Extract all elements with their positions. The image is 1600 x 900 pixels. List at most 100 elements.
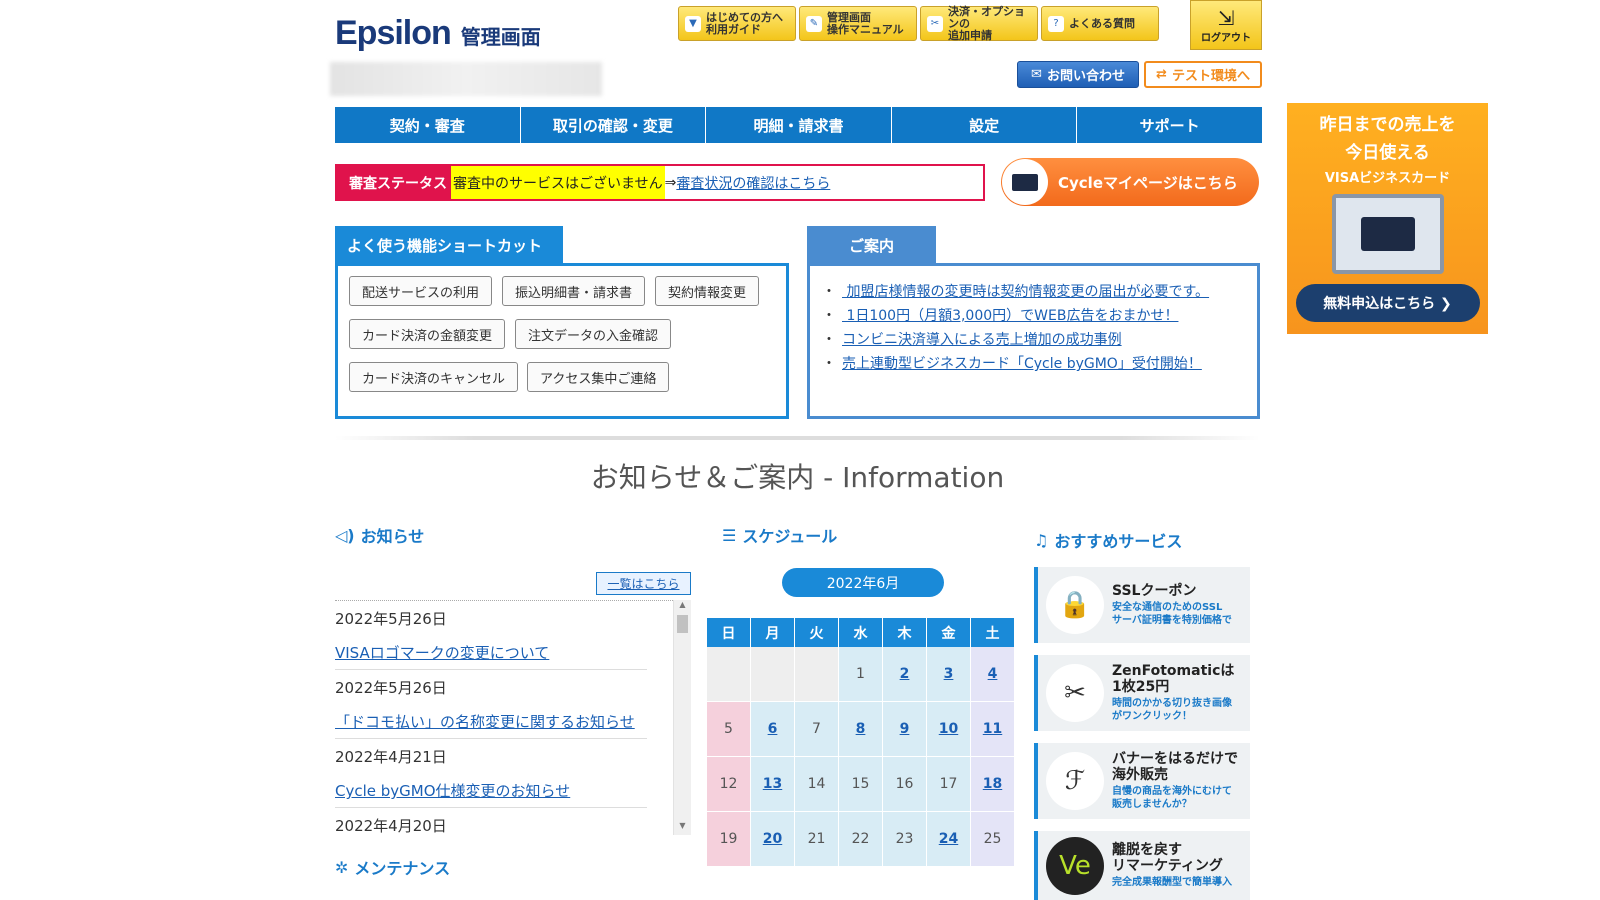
calendar-day: 15 (839, 757, 883, 812)
weekday-header: 土 (971, 618, 1015, 647)
speaker-icon: ◁) (335, 525, 355, 545)
brand-name: Epsilon (335, 14, 452, 52)
news-link[interactable]: 「ドコモ払い」の名称変更に関するお知らせ (335, 711, 635, 732)
test-env-button[interactable]: ⇄ テスト環境へ (1144, 61, 1262, 88)
guide-link-4[interactable]: 売上連動型ビジネスカード「Cycle byGMO」受付開始！ (842, 356, 1202, 372)
recommend-zenfotomatic[interactable]: ✂ ZenFotomaticは 1枚25円 時間のかかる切り抜き画像 がワンクリッ… (1034, 655, 1250, 731)
calendar-day[interactable]: 6 (751, 702, 795, 757)
switch-icon: ⇄ (1156, 67, 1167, 82)
shortcut-payment-check[interactable]: 注文データの入金確認 (515, 319, 672, 349)
information-title: お知らせ＆ご案内 - Information (590, 461, 1005, 494)
guide-link[interactable]: ▼ はじめての方へ 利用ガイド (678, 6, 796, 41)
status-link[interactable]: 審査状況の確認はこちら (676, 173, 830, 193)
rec-desc: 自慢の商品を海外にむけて 販売しませんか？ (1112, 786, 1232, 810)
calendar-day: 17 (927, 757, 971, 812)
guide-label: はじめての方へ 利用ガイド (706, 10, 783, 36)
calendar-day[interactable]: 13 (751, 757, 795, 812)
nav-transactions[interactable]: 取引の確認・変更 (521, 107, 707, 143)
guide-link-1[interactable]: 加盟店様情報の変更時は契約情報変更の届出が必要です。 (842, 284, 1209, 300)
shortcut-amount-change[interactable]: カード決済の金額変更 (349, 319, 506, 349)
schedule-title: スケジュール (742, 527, 838, 546)
schedule-heading: ☰ スケジュール (722, 523, 837, 547)
rec-desc: 完全成果報酬型で簡単導入 (1112, 877, 1232, 888)
calendar-day[interactable]: 20 (751, 812, 795, 867)
faq-link[interactable]: ? よくある質問 (1041, 6, 1159, 41)
list-item: 2022年4月21日 Cycle byGMO仕様変更のお知らせ (335, 739, 647, 808)
rec-title: バナーをはるだけで 海外販売 (1112, 751, 1238, 783)
scissors-icon: ✂ (1046, 664, 1104, 722)
calendar-day[interactable]: 11 (971, 702, 1015, 757)
logo[interactable]: Epsilon 管理画面 (335, 14, 541, 53)
cycle-label: Cycleマイページはこちら (1058, 173, 1238, 192)
brand-subtitle: 管理画面 (460, 25, 541, 49)
guide-title: ご案内 (807, 226, 936, 264)
contact-button[interactable]: ✉ お問い合わせ (1017, 61, 1139, 88)
retarget-icon: Ve (1046, 836, 1104, 895)
list-item: 2022年5月26日 「ドコモ払い」の名称変更に関するお知らせ (335, 670, 647, 739)
news-date: 2022年5月26日 (335, 610, 447, 628)
nav-support[interactable]: サポート (1077, 107, 1262, 143)
account-name-blurred (330, 62, 602, 96)
nav-contract[interactable]: 契約・審査 (335, 107, 521, 143)
recommend-overseas[interactable]: ℱ バナーをはるだけで 海外販売 自慢の商品を海外にむけて 販売しませんか？ (1034, 743, 1250, 819)
guide-item: ・売上連動型ビジネスカード「Cycle byGMO」受付開始！ (822, 356, 1202, 372)
logout-button[interactable]: ⇲ ログアウト (1190, 0, 1262, 50)
recommend-title: おすすめサービス (1054, 532, 1183, 551)
news-title: お知らせ (360, 527, 425, 546)
recommend-remarketing[interactable]: Ve 離脱を戻す リマーケティング 完全成果報酬型で簡単導入 (1034, 831, 1250, 900)
add-payment-link[interactable]: ✂ 決済・オプションの 追加申請 (920, 4, 1038, 42)
calendar-day[interactable]: 4 (971, 647, 1015, 702)
ad-line-2: 今日使える (1345, 143, 1430, 163)
add-payment-label: 決済・オプションの 追加申請 (948, 4, 1025, 42)
calendar-day[interactable]: 3 (927, 647, 971, 702)
nav-settings[interactable]: 設定 (892, 107, 1078, 143)
calendar-day: 25 (971, 812, 1015, 867)
calendar-day[interactable]: 2 (883, 647, 927, 702)
news-list-link[interactable]: 一覧はこちら (596, 572, 691, 595)
shortcut-delivery[interactable]: 配送サービスの利用 (349, 276, 493, 306)
manual-link[interactable]: ✎ 管理画面 操作マニュアル (799, 6, 917, 41)
rec-desc: 安全な通信のためのSSL サーバ証明書を特別価格で (1112, 602, 1232, 626)
news-date: 2022年4月20日 (335, 817, 447, 835)
test-env-label: テスト環境へ (1171, 69, 1250, 84)
cycle-mypage-button[interactable]: Cycleマイページはこちら (1001, 158, 1259, 206)
guide-item: ・ 加盟店様情報の変更時は契約情報変更の届出が必要です。 (822, 284, 1210, 300)
calendar-day[interactable]: 24 (927, 812, 971, 867)
shortcut-statement[interactable]: 振込明細書・請求書 (502, 276, 646, 306)
nav-statements[interactable]: 明細・請求書 (706, 107, 892, 143)
scroll-thumb[interactable] (677, 615, 688, 633)
calendar-day[interactable]: 9 (883, 702, 927, 757)
ad-line-1: 昨日までの売上を (1319, 115, 1456, 135)
shortcuts-title: よく使う機能ショートカット (335, 226, 563, 264)
calendar-day[interactable]: 10 (927, 702, 971, 757)
news-list[interactable]: 2022年5月26日 VISAロゴマークの変更について 2022年5月26日 「… (335, 600, 691, 835)
scroll-down-icon[interactable]: ▼ (674, 821, 691, 835)
guide-item: ・コンビニ決済導入による売上増加の成功事例 (822, 332, 1122, 348)
visa-card-ad[interactable]: 昨日までの売上を 今日使える VISAビジネスカード 無料申込はこちら ❯ (1287, 103, 1488, 334)
guide-link-2[interactable]: 1日100円（月額3,000円）でWEB広告をおまかせ！ (842, 308, 1178, 324)
faq-icon: ? (1048, 15, 1064, 32)
recommend-heading: ♫ おすすめサービス (1034, 528, 1182, 552)
rec-title: SSLクーポン (1112, 583, 1197, 599)
news-link[interactable]: VISAロゴマークの変更について (335, 642, 549, 663)
news-scrollbar[interactable]: ▲ ▼ (673, 600, 691, 835)
guide-link-3[interactable]: コンビニ決済導入による売上増加の成功事例 (842, 332, 1122, 348)
scroll-up-icon[interactable]: ▲ (674, 600, 691, 614)
calendar-day: 21 (795, 812, 839, 867)
calendar-day[interactable]: 8 (839, 702, 883, 757)
status-tag: 審査ステータス (337, 166, 451, 199)
shortcut-access-notice[interactable]: アクセス集中ご連絡 (527, 362, 670, 392)
shortcut-cancel[interactable]: カード決済のキャンセル (349, 362, 519, 392)
news-link[interactable]: Cycle byGMO仕様変更のお知らせ (335, 780, 570, 801)
ad-cta-button[interactable]: 無料申込はこちら ❯ (1295, 284, 1480, 322)
maintenance-heading: ✲ メンテナンス (335, 855, 450, 879)
shortcut-contract-change[interactable]: 契約情報変更 (655, 276, 760, 306)
calendar-empty-cell (751, 647, 795, 702)
status-arrow: ⇒ (664, 174, 677, 191)
calendar-day[interactable]: 18 (971, 757, 1015, 812)
calendar-empty-cell (707, 647, 751, 702)
weekday-header: 火 (795, 618, 839, 647)
weekday-header: 日 (707, 618, 751, 647)
calendar-day: 22 (839, 812, 883, 867)
recommend-ssl[interactable]: 🔒 SSLクーポン 安全な通信のためのSSL サーバ証明書を特別価格で (1034, 567, 1250, 643)
